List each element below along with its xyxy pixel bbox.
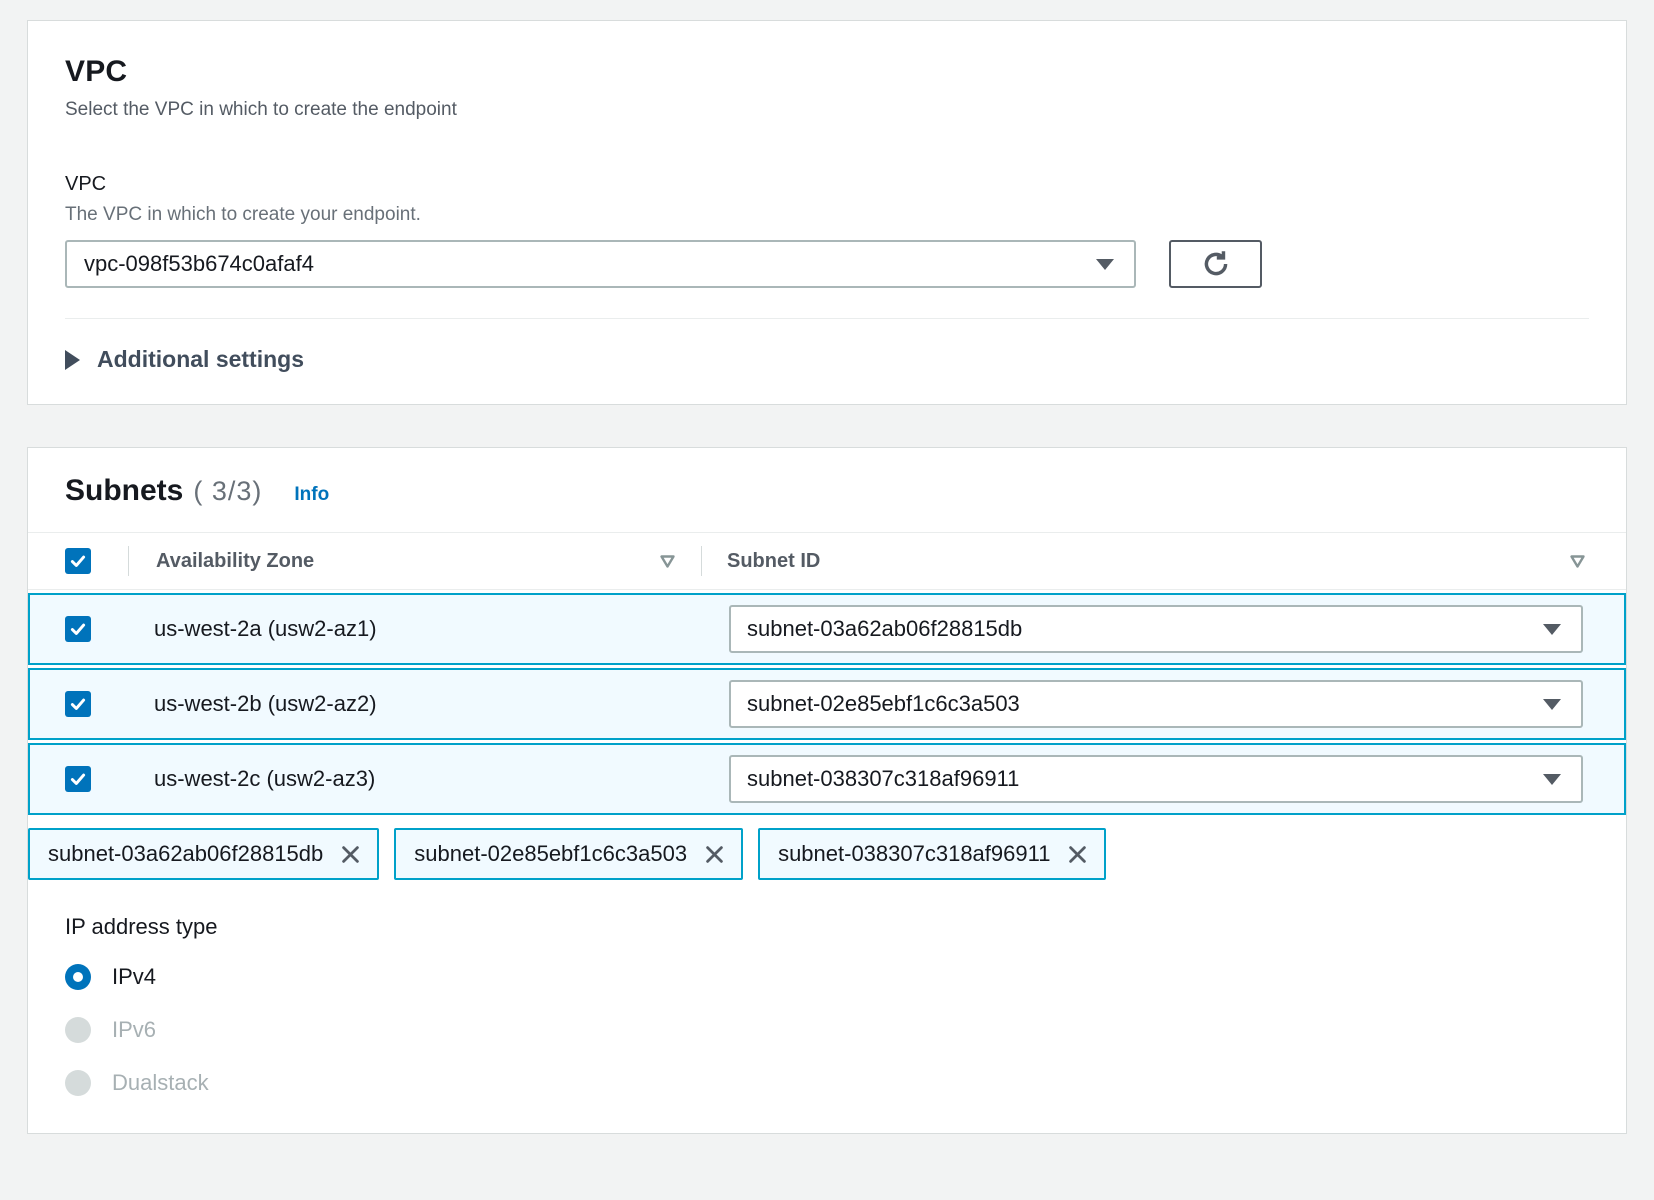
refresh-button[interactable] — [1169, 240, 1262, 288]
subnets-title: Subnets — [65, 474, 183, 508]
subnet-chip: subnet-02e85ebf1c6c3a503 — [394, 828, 743, 880]
table-row[interactable]: us-west-2b (usw2-az2) subnet-02e85ebf1c6… — [28, 668, 1626, 740]
subnet-select[interactable]: subnet-038307c318af96911 — [729, 755, 1583, 803]
row-checkbox[interactable] — [65, 766, 91, 792]
page: VPC Select the VPC in which to create th… — [0, 0, 1654, 1134]
refresh-icon — [1200, 248, 1232, 280]
selected-subnet-chips: subnet-03a62ab06f28815db subnet-02e85ebf… — [28, 828, 1626, 880]
radio-disabled-icon — [65, 1017, 91, 1043]
row-checkbox[interactable] — [65, 616, 91, 642]
chip-label: subnet-03a62ab06f28815db — [48, 841, 323, 867]
radio-label: IPv6 — [112, 1017, 156, 1043]
subnet-select[interactable]: subnet-02e85ebf1c6c3a503 — [729, 680, 1583, 728]
subnets-card: Subnets ( 3/3) Info Availability Zone Su — [27, 447, 1627, 1134]
subnet-chip: subnet-03a62ab06f28815db — [28, 828, 379, 880]
chip-label: subnet-038307c318af96911 — [778, 841, 1050, 867]
dismiss-icon[interactable] — [1066, 843, 1089, 866]
sort-icon-availability-zone[interactable] — [659, 554, 676, 569]
availability-zone-cell: us-west-2b (usw2-az2) — [129, 691, 701, 717]
radio-option-dualstack: Dualstack — [65, 1067, 1589, 1099]
chip-label: subnet-02e85ebf1c6c3a503 — [414, 841, 687, 867]
column-header-subnet-id[interactable]: Subnet ID — [702, 550, 820, 573]
row-checkbox[interactable] — [65, 691, 91, 717]
vpc-select-value: vpc-098f53b674c0afaf4 — [84, 251, 314, 277]
dismiss-icon[interactable] — [703, 843, 726, 866]
subnets-count: ( 3/3) — [193, 476, 262, 507]
select-all-checkbox[interactable] — [65, 548, 91, 574]
subnet-chip: subnet-038307c318af96911 — [758, 828, 1106, 880]
vpc-select[interactable]: vpc-098f53b674c0afaf4 — [65, 240, 1136, 288]
radio-selected-icon[interactable] — [65, 964, 91, 990]
ip-address-type-section: IP address type IPv4 IPv6 Dualstack — [28, 880, 1626, 1133]
subnet-select-value: subnet-03a62ab06f28815db — [747, 616, 1022, 642]
subnet-select-value: subnet-02e85ebf1c6c3a503 — [747, 691, 1020, 717]
vpc-card-title: VPC — [65, 55, 1589, 89]
info-link[interactable]: Info — [294, 484, 329, 506]
sort-icon-subnet-id[interactable] — [1569, 554, 1586, 569]
availability-zone-cell: us-west-2a (usw2-az1) — [129, 616, 701, 642]
vpc-card: VPC Select the VPC in which to create th… — [27, 20, 1627, 405]
table-row[interactable]: us-west-2c (usw2-az3) subnet-038307c318a… — [28, 743, 1626, 815]
vpc-card-subtitle: Select the VPC in which to create the en… — [65, 99, 1589, 121]
subnet-select[interactable]: subnet-03a62ab06f28815db — [729, 605, 1583, 653]
subnet-select-value: subnet-038307c318af96911 — [747, 766, 1019, 792]
chevron-down-icon — [1096, 259, 1114, 270]
vpc-field-label: VPC — [65, 173, 1589, 196]
dismiss-icon[interactable] — [339, 843, 362, 866]
chevron-down-icon — [1543, 699, 1561, 710]
column-header-availability-zone[interactable]: Availability Zone — [129, 550, 314, 573]
caret-right-icon — [65, 350, 80, 370]
radio-label: Dualstack — [112, 1070, 209, 1096]
table-row[interactable]: us-west-2a (usw2-az1) subnet-03a62ab06f2… — [28, 593, 1626, 665]
ip-address-type-label: IP address type — [65, 914, 1589, 940]
chevron-down-icon — [1543, 624, 1561, 635]
radio-option-ipv6: IPv6 — [65, 1014, 1589, 1046]
radio-label: IPv4 — [112, 964, 156, 990]
radio-disabled-icon — [65, 1070, 91, 1096]
radio-option-ipv4[interactable]: IPv4 — [65, 961, 1589, 993]
additional-settings-toggle[interactable]: Additional settings — [28, 319, 1626, 404]
chevron-down-icon — [1543, 774, 1561, 785]
vpc-field-description: The VPC in which to create your endpoint… — [65, 204, 1589, 226]
availability-zone-cell: us-west-2c (usw2-az3) — [129, 766, 701, 792]
additional-settings-label: Additional settings — [97, 346, 304, 373]
subnets-table-header: Availability Zone Subnet ID — [28, 532, 1626, 590]
